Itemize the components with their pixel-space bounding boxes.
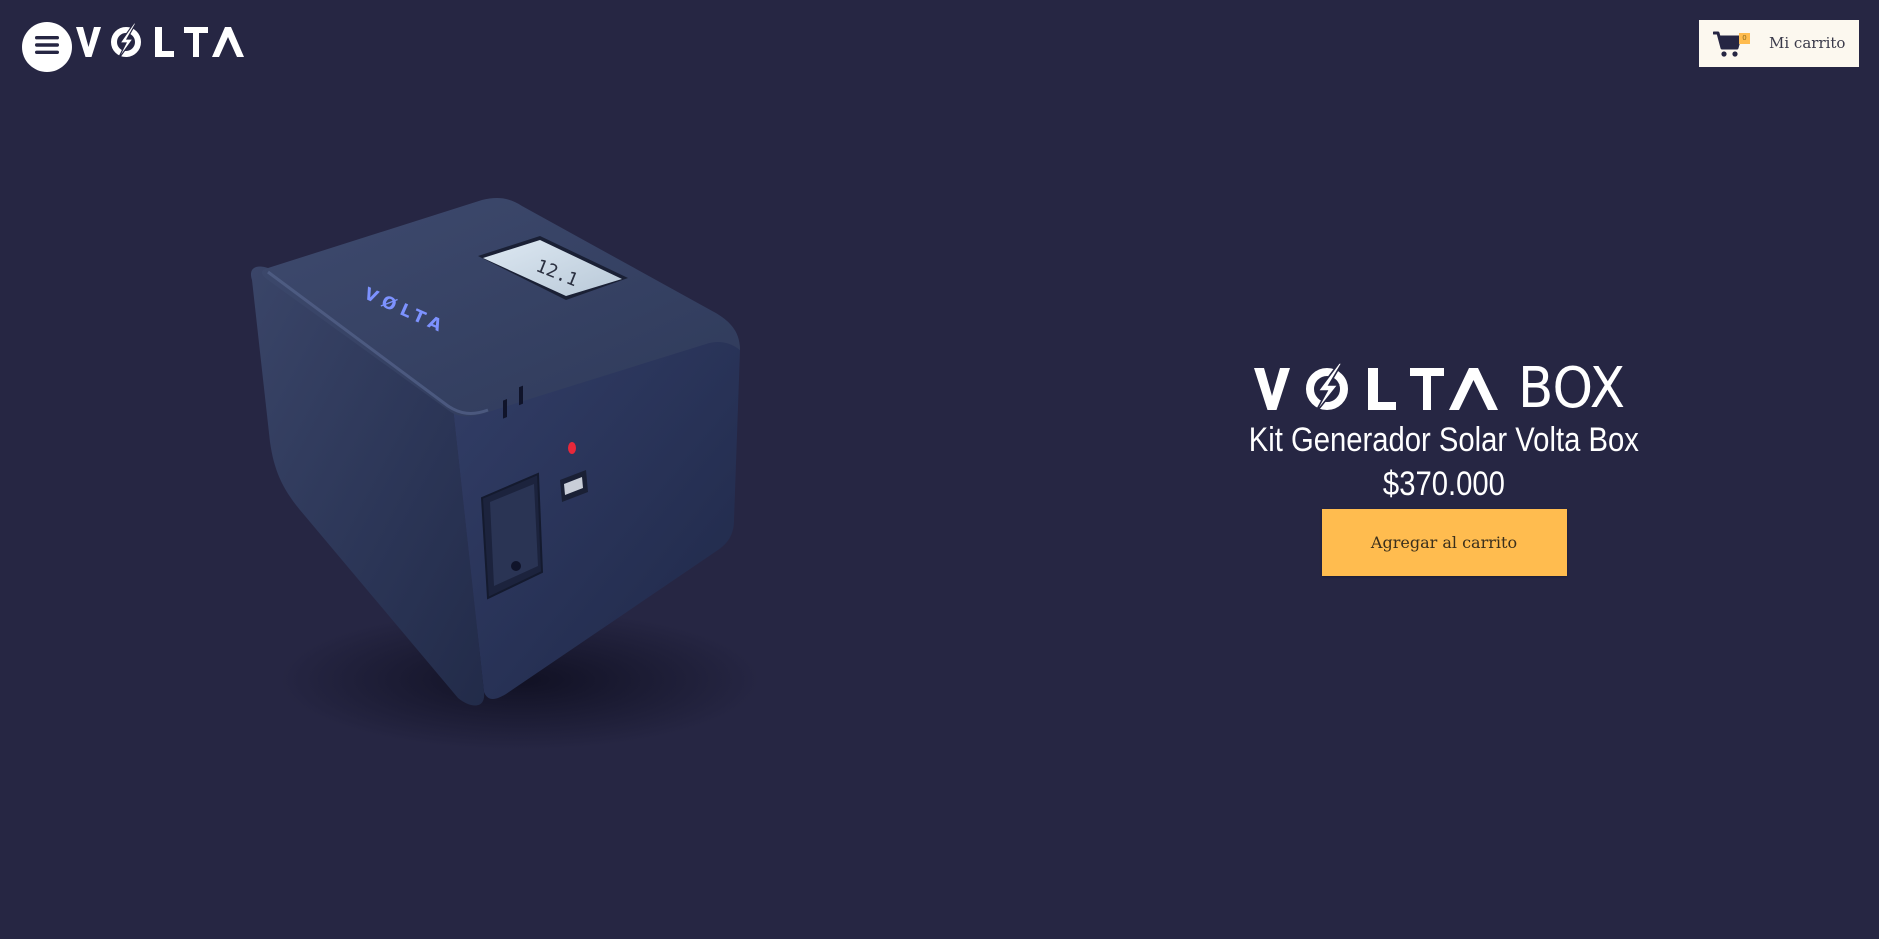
- brand-suffix: BOX: [1517, 356, 1625, 421]
- cart-count-badge: 0: [1739, 33, 1750, 44]
- volta-logo: [1253, 363, 1500, 415]
- product-title: Kit Generador Solar Volta Box: [1248, 421, 1640, 459]
- product-brand: BOX: [1253, 356, 1634, 421]
- hamburger-icon: [34, 34, 60, 60]
- product-image: 12.1 VØLTA: [220, 180, 820, 780]
- cart-button[interactable]: 0 Mi carrito: [1699, 20, 1859, 67]
- product-price: $370.000: [1383, 465, 1505, 503]
- product-info: BOX Kit Generador Solar Volta Box $370.0…: [1164, 360, 1724, 576]
- site-logo[interactable]: [76, 23, 246, 63]
- add-to-cart-button[interactable]: Agregar al carrito: [1321, 509, 1567, 576]
- menu-button[interactable]: [22, 22, 72, 72]
- cart-label: Mi carrito: [1769, 34, 1846, 52]
